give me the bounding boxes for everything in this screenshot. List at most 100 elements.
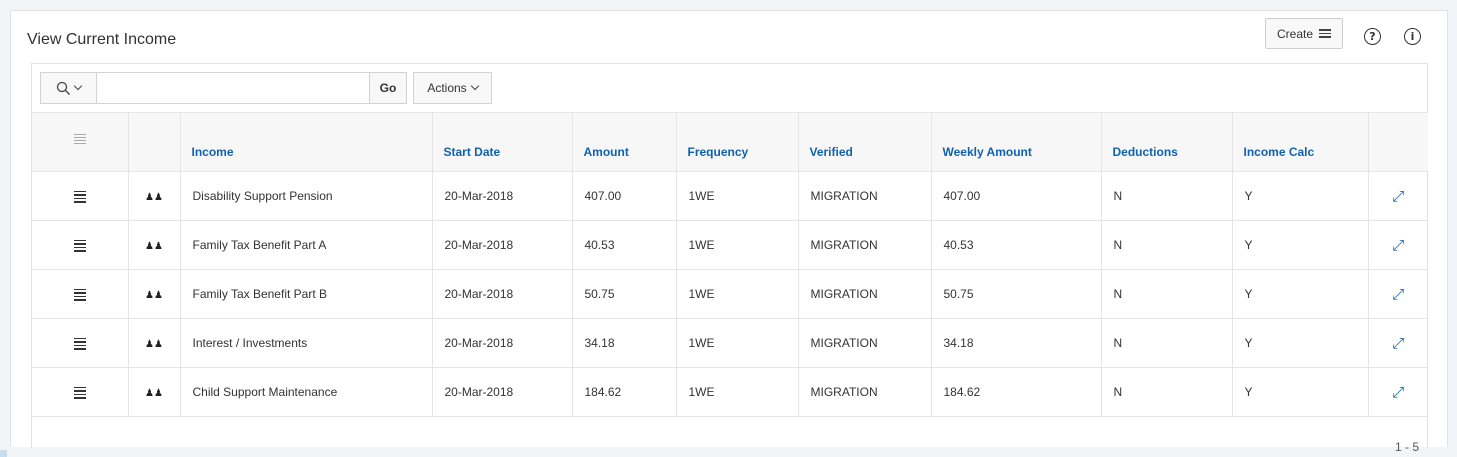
people-icon: ♟♟ [145,290,163,301]
column-header-frequency[interactable]: Frequency [676,112,799,172]
cell-verified: MIGRATION [798,318,932,368]
row-menu-cell[interactable] [32,171,129,221]
column-header-weekly-amount[interactable]: Weekly Amount [931,112,1102,172]
table-row: ♟♟ Child Support Maintenance 20-Mar-2018… [32,367,1428,417]
cell-income-calc: Y [1232,220,1369,270]
cell-income-calc: Y [1232,269,1369,319]
cell-income: Disability Support Pension [180,171,433,221]
table-row: ♟♟ Disability Support Pension 20-Mar-201… [32,171,1428,221]
report-toolbar: Go Actions [32,64,1427,113]
cell-verified: MIGRATION [798,269,932,319]
cell-weekly-amount: 34.18 [931,318,1102,368]
page-corner-decoration [0,450,7,457]
search-input[interactable] [96,72,370,104]
cell-frequency: 1WE [676,367,799,417]
cell-income-calc: Y [1232,367,1369,417]
info-icon[interactable]: i [1404,28,1421,45]
cell-amount: 34.18 [572,318,677,368]
cell-income: Child Support Maintenance [180,367,433,417]
expand-icon[interactable]: ⤢ [1392,236,1404,254]
expand-icon[interactable]: ⤢ [1392,334,1404,352]
row-expand-cell[interactable]: ⤢ [1368,171,1428,221]
row-expand-cell[interactable]: ⤢ [1368,318,1428,368]
cell-weekly-amount: 40.53 [931,220,1102,270]
cell-frequency: 1WE [676,171,799,221]
cell-verified: MIGRATION [798,171,932,221]
row-menu-cell[interactable] [32,269,129,319]
cell-amount: 184.62 [572,367,677,417]
interactive-report: Go Actions Income Start Date Amount Freq… [31,63,1428,454]
income-table: Income Start Date Amount Frequency Verif… [32,112,1428,417]
cell-income: Family Tax Benefit Part A [180,220,433,270]
actions-button[interactable]: Actions [413,72,492,104]
cell-income: Interest / Investments [180,318,433,368]
cell-deductions: N [1101,318,1233,368]
cell-start-date: 20-Mar-2018 [432,171,573,221]
hamburger-icon [1319,29,1332,38]
cell-income: Family Tax Benefit Part B [180,269,433,319]
cell-start-date: 20-Mar-2018 [432,269,573,319]
cell-amount: 50.75 [572,269,677,319]
row-menu-cell[interactable] [32,220,129,270]
search-icon [56,81,70,95]
hamburger-icon[interactable] [73,190,86,203]
search-column-menu[interactable] [40,72,96,104]
chevron-down-icon [470,81,479,91]
expand-icon[interactable]: ⤢ [1392,383,1404,401]
table-row: ♟♟ Family Tax Benefit Part B 20-Mar-2018… [32,269,1428,319]
cell-weekly-amount: 184.62 [931,367,1102,417]
row-expand-cell[interactable]: ⤢ [1368,269,1428,319]
cell-start-date: 20-Mar-2018 [432,220,573,270]
people-icon: ♟♟ [145,192,163,203]
row-expand-cell[interactable]: ⤢ [1368,220,1428,270]
row-icon-cell: ♟♟ [128,367,181,417]
column-header-amount[interactable]: Amount [572,112,677,172]
hamburger-icon [73,133,86,144]
row-menu-cell[interactable] [32,367,129,417]
expand-icon[interactable]: ⤢ [1392,187,1404,205]
actions-button-label: Actions [427,81,467,95]
cell-verified: MIGRATION [798,220,932,270]
cell-deductions: N [1101,367,1233,417]
people-icon: ♟♟ [145,241,163,252]
column-header-row-menu [32,112,129,172]
cell-frequency: 1WE [676,220,799,270]
row-expand-cell[interactable]: ⤢ [1368,367,1428,417]
hamburger-icon[interactable] [73,288,86,301]
cell-amount: 407.00 [572,171,677,221]
chevron-down-icon [73,81,83,91]
column-header-deductions[interactable]: Deductions [1101,112,1233,172]
region-title: View Current Income [27,31,177,48]
cell-frequency: 1WE [676,269,799,319]
hamburger-icon[interactable] [73,337,86,350]
help-icon[interactable]: ? [1364,28,1381,45]
column-header-verified[interactable]: Verified [798,112,932,172]
cell-start-date: 20-Mar-2018 [432,367,573,417]
go-button[interactable]: Go [369,72,407,104]
column-header-income-calc[interactable]: Income Calc [1232,112,1369,172]
table-row: ♟♟ Family Tax Benefit Part A 20-Mar-2018… [32,220,1428,270]
table-header-row: Income Start Date Amount Frequency Verif… [32,112,1428,172]
cell-income-calc: Y [1232,171,1369,221]
hamburger-icon[interactable] [73,239,86,252]
hamburger-icon[interactable] [73,386,86,399]
cell-weekly-amount: 407.00 [931,171,1102,221]
create-button-label: Create [1276,26,1314,41]
cell-amount: 40.53 [572,220,677,270]
cell-income-calc: Y [1232,318,1369,368]
cell-deductions: N [1101,220,1233,270]
cell-frequency: 1WE [676,318,799,368]
column-header-icon [128,112,181,172]
cell-deductions: N [1101,269,1233,319]
row-menu-cell[interactable] [32,318,129,368]
cell-deductions: N [1101,171,1233,221]
row-icon-cell: ♟♟ [128,318,181,368]
column-header-start-date[interactable]: Start Date [432,112,573,172]
column-header-income[interactable]: Income [180,112,433,172]
expand-icon[interactable]: ⤢ [1392,285,1404,303]
create-button[interactable]: Create [1265,18,1343,49]
cell-start-date: 20-Mar-2018 [432,318,573,368]
column-header-expand [1368,112,1428,172]
row-icon-cell: ♟♟ [128,171,181,221]
table-row: ♟♟ Interest / Investments 20-Mar-2018 34… [32,318,1428,368]
